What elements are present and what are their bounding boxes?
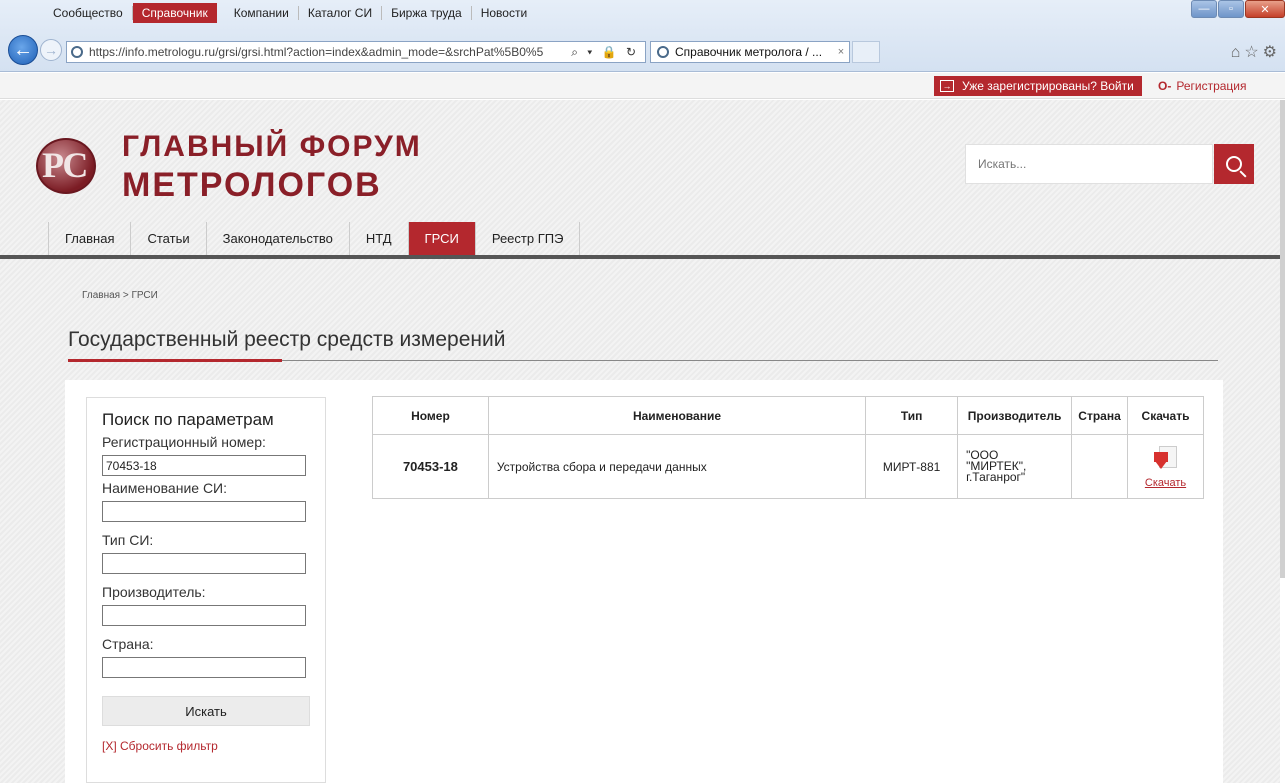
topnav-catalog[interactable]: Каталог СИ bbox=[299, 6, 383, 20]
forward-button[interactable]: → bbox=[40, 39, 62, 61]
si-type-input[interactable] bbox=[102, 553, 306, 574]
logo-emblem: РС bbox=[36, 138, 122, 194]
manufacturer-label: Производитель: bbox=[102, 584, 206, 600]
topnav-news[interactable]: Новости bbox=[472, 6, 536, 20]
results-table: Номер Наименование Тип Производитель Стр… bbox=[372, 396, 1204, 499]
row-name: Устройства сбора и передачи данных bbox=[487, 434, 867, 499]
browser-toolbar-icons: ⌂☆⚙ bbox=[1231, 42, 1281, 62]
row-number[interactable]: 70453-18 bbox=[372, 434, 489, 499]
row-download: Скачать bbox=[1127, 434, 1204, 499]
window-controls: — ▫ ✕ bbox=[1191, 0, 1285, 20]
back-arrow-icon: ← bbox=[13, 38, 33, 61]
page-scrollbar[interactable] bbox=[1280, 100, 1285, 578]
tab-title: Справочник метролога / ... bbox=[675, 45, 823, 59]
header-manufacturer[interactable]: Производитель bbox=[957, 396, 1073, 435]
site-logo[interactable]: РС ГЛАВНЫЙ ФОРУМ МЕТРОЛОГОВ bbox=[36, 128, 422, 204]
login-icon: → bbox=[940, 80, 954, 92]
table-header-row: Номер Наименование Тип Производитель Стр… bbox=[372, 396, 1204, 435]
header-type[interactable]: Тип bbox=[865, 396, 959, 435]
title-accent-bar bbox=[68, 359, 282, 362]
header-country[interactable]: Страна bbox=[1071, 396, 1129, 435]
browser-tab[interactable]: Справочник метролога / ... × bbox=[650, 41, 850, 63]
top-navigation: Сообщество Справочник Компании Каталог С… bbox=[44, 3, 536, 23]
address-tools-icons[interactable]: ⌕ ▾ 🔒 ↻ bbox=[565, 45, 645, 60]
forward-arrow-icon: → bbox=[44, 42, 58, 58]
search-icon bbox=[1226, 156, 1242, 172]
breadcrumb[interactable]: Главная > ГРСИ bbox=[82, 290, 158, 301]
tab-favicon-icon bbox=[657, 46, 669, 58]
register-label: Регистрация bbox=[1176, 79, 1247, 93]
tab-close-icon[interactable]: × bbox=[833, 46, 849, 58]
topnav-community[interactable]: Сообщество bbox=[44, 6, 133, 20]
download-link[interactable]: Скачать bbox=[1136, 477, 1195, 489]
search-filter-panel: Поиск по параметрам Регистрационный номе… bbox=[86, 397, 326, 783]
mainnav-gpe-registry[interactable]: Реестр ГПЭ bbox=[474, 222, 581, 255]
country-label: Страна: bbox=[102, 636, 154, 652]
address-url[interactable]: https://info.metrologu.ru/grsi/grsi.html… bbox=[89, 45, 565, 59]
minimize-button[interactable]: — bbox=[1191, 0, 1217, 18]
site-favicon-icon bbox=[71, 46, 83, 58]
gear-icon[interactable]: ⚙ bbox=[1263, 44, 1281, 61]
header-download: Скачать bbox=[1127, 396, 1204, 435]
mainnav-home[interactable]: Главная bbox=[48, 222, 130, 255]
row-manufacturer: "ООО "МИРТЕК", г.Таганрог" bbox=[957, 434, 1073, 499]
key-icon: O- bbox=[1158, 79, 1172, 93]
reg-number-label: Регистрационный номер: bbox=[102, 434, 266, 450]
address-bar[interactable]: https://info.metrologu.ru/grsi/grsi.html… bbox=[66, 41, 646, 63]
close-window-button[interactable]: ✕ bbox=[1245, 0, 1285, 18]
main-navigation: Главная Статьи Законодательство НТД ГРСИ… bbox=[48, 222, 581, 255]
row-country bbox=[1071, 434, 1129, 499]
si-name-label: Наименование СИ: bbox=[102, 480, 228, 496]
site-search bbox=[965, 144, 1213, 184]
mainnav-ntd[interactable]: НТД bbox=[348, 222, 408, 255]
login-label: Уже зарегистрированы? Войти bbox=[962, 79, 1134, 93]
manufacturer-input[interactable] bbox=[102, 605, 306, 626]
star-icon[interactable]: ☆ bbox=[1244, 44, 1262, 61]
new-tab-button[interactable] bbox=[852, 41, 880, 63]
filter-title: Поиск по параметрам bbox=[102, 410, 274, 429]
si-name-input[interactable] bbox=[102, 501, 306, 522]
mainnav-articles[interactable]: Статьи bbox=[130, 222, 205, 255]
si-type-label: Тип СИ: bbox=[102, 532, 154, 548]
reg-number-input[interactable] bbox=[102, 455, 306, 476]
site-search-input[interactable] bbox=[966, 145, 1212, 183]
header-number[interactable]: Номер bbox=[372, 396, 489, 435]
filter-search-button[interactable]: Искать bbox=[102, 696, 310, 726]
pdf-download-icon[interactable] bbox=[1152, 444, 1180, 472]
page-title: Государственный реестр средств измерений bbox=[68, 328, 506, 351]
mainnav-legislation[interactable]: Законодательство bbox=[205, 222, 349, 255]
topnav-jobs[interactable]: Биржа труда bbox=[382, 6, 472, 20]
topnav-reference[interactable]: Справочник bbox=[132, 3, 217, 23]
reset-filter-link[interactable]: [X] Сбросить фильтр bbox=[102, 739, 311, 753]
site-search-button[interactable] bbox=[1214, 144, 1254, 184]
logo-text: ГЛАВНЫЙ ФОРУМ МЕТРОЛОГОВ bbox=[122, 130, 422, 204]
header-name[interactable]: Наименование bbox=[487, 396, 867, 435]
row-type: МИРТ-881 bbox=[865, 434, 959, 499]
register-link[interactable]: O- Регистрация bbox=[1158, 76, 1247, 96]
login-button[interactable]: → Уже зарегистрированы? Войти bbox=[934, 76, 1142, 96]
topnav-companies[interactable]: Компании bbox=[225, 6, 299, 20]
home-icon[interactable]: ⌂ bbox=[1231, 44, 1245, 61]
back-button[interactable]: ← bbox=[8, 35, 38, 65]
maximize-button[interactable]: ▫ bbox=[1218, 0, 1244, 18]
country-input[interactable] bbox=[102, 657, 306, 678]
table-row: 70453-18 Устройства сбора и передачи дан… bbox=[372, 434, 1204, 499]
mainnav-grsi[interactable]: ГРСИ bbox=[407, 222, 475, 255]
